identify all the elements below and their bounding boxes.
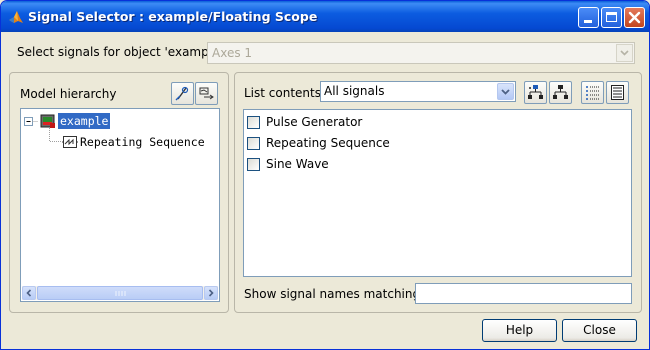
tree-horizontal-scrollbar[interactable] bbox=[22, 286, 218, 300]
list-view-icon bbox=[586, 86, 599, 100]
signal-checkbox[interactable] bbox=[247, 137, 260, 150]
select-signals-label: Select signals for object 'example' bbox=[17, 45, 223, 59]
hierarchy-collapse-icon bbox=[553, 85, 568, 99]
axes-select-value: Axes 1 bbox=[212, 46, 253, 60]
signal-label: Pulse Generator bbox=[266, 115, 363, 129]
show-subsystems-button[interactable] bbox=[195, 82, 218, 105]
tree-item-label: example bbox=[58, 113, 111, 129]
help-button[interactable]: Help bbox=[482, 319, 557, 342]
chevron-down-icon bbox=[501, 89, 510, 95]
axes-dropdown-button bbox=[616, 44, 633, 62]
close-button[interactable]: Close bbox=[562, 319, 637, 342]
filter-label: Show signal names matching: bbox=[244, 287, 425, 301]
signal-checkbox[interactable] bbox=[247, 116, 260, 129]
signal-list: Pulse Generator Repeating Sequence Sine … bbox=[243, 109, 632, 277]
close-window-button[interactable] bbox=[624, 7, 645, 28]
grip-icon bbox=[115, 291, 126, 296]
signal-label: Sine Wave bbox=[266, 157, 329, 171]
close-icon bbox=[628, 11, 641, 24]
model-hierarchy-label: Model hierarchy bbox=[20, 87, 117, 101]
signal-selector-window: Signal Selector : example/Floating Scope… bbox=[0, 0, 650, 350]
collapse-hierarchy-button[interactable] bbox=[549, 81, 572, 104]
list-contents-label: List contents: bbox=[244, 86, 326, 100]
matlab-logo-icon bbox=[8, 9, 24, 25]
chevron-down-icon bbox=[620, 50, 629, 56]
list-contents-select[interactable]: All signals bbox=[320, 81, 516, 102]
maximize-button[interactable] bbox=[601, 7, 622, 28]
signal-filter-input[interactable] bbox=[415, 283, 632, 304]
model-tree[interactable]: example Repeating Sequence bbox=[20, 108, 220, 302]
list-contents-dropdown-button[interactable] bbox=[497, 83, 514, 100]
minimize-icon bbox=[584, 20, 592, 23]
list-contents-value: All signals bbox=[324, 84, 385, 98]
signal-label: Repeating Sequence bbox=[266, 136, 390, 150]
hierarchy-expand-icon bbox=[528, 85, 543, 99]
window-title: Signal Selector : example/Floating Scope bbox=[28, 9, 318, 24]
details-view-icon bbox=[611, 85, 624, 100]
chevron-right-icon bbox=[208, 289, 214, 297]
maximize-icon bbox=[606, 12, 617, 22]
chevron-left-icon bbox=[26, 289, 32, 297]
find-block-button[interactable] bbox=[171, 82, 194, 105]
scroll-left-button[interactable] bbox=[22, 286, 36, 300]
details-view-button[interactable] bbox=[606, 81, 629, 104]
expand-hierarchy-button[interactable] bbox=[524, 81, 547, 104]
tree-item-label: Repeating Sequence bbox=[80, 135, 205, 149]
scroll-thumb[interactable] bbox=[37, 286, 203, 300]
title-bar[interactable]: Signal Selector : example/Floating Scope bbox=[1, 1, 649, 32]
minimize-button[interactable] bbox=[578, 7, 599, 28]
simulink-model-icon bbox=[40, 114, 55, 128]
list-view-button[interactable] bbox=[581, 81, 604, 104]
find-block-icon bbox=[175, 86, 189, 101]
scroll-right-button[interactable] bbox=[204, 286, 218, 300]
subsystem-icon bbox=[62, 136, 78, 148]
signal-checkbox[interactable] bbox=[247, 158, 260, 171]
axes-select: Axes 1 bbox=[207, 42, 635, 64]
subsystem-filter-icon bbox=[199, 87, 214, 100]
